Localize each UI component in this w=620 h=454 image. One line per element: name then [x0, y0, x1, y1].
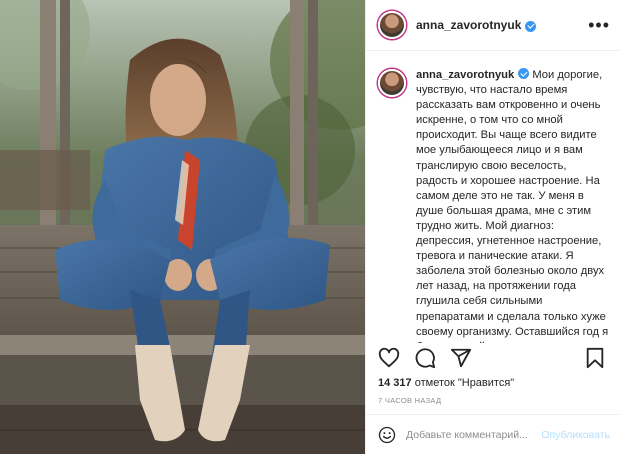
share-icon[interactable]: [450, 347, 472, 369]
comment-icon[interactable]: [414, 347, 436, 369]
add-comment-bar: Опубликовать: [366, 414, 620, 454]
publish-button[interactable]: Опубликовать: [541, 429, 610, 441]
post-photo[interactable]: [0, 0, 365, 454]
verified-badge-icon: [518, 68, 530, 79]
post-actions: [366, 345, 620, 371]
post-timestamp[interactable]: 7 ЧАСОВ НАЗАД: [378, 396, 441, 405]
post-image: [0, 0, 365, 454]
post-side-panel: anna_zavorotnyuk ••• anna_zavorotnyuk Мо…: [365, 0, 620, 454]
emoji-icon[interactable]: [378, 426, 396, 444]
comment-input[interactable]: [406, 428, 536, 441]
avatar[interactable]: [378, 11, 406, 39]
more-options-icon[interactable]: •••: [588, 16, 610, 34]
likes-label: отметок "Нравится": [411, 377, 515, 389]
caption-avatar[interactable]: [378, 69, 406, 97]
likes-count[interactable]: 14 317 отметок "Нравится": [378, 377, 514, 389]
caption-text-container: anna_zavorotnyuk Мои дорогие, чувствую, …: [416, 67, 610, 343]
verified-badge-icon: [525, 20, 537, 32]
caption-username[interactable]: anna_zavorotnyuk: [416, 69, 514, 81]
caption-block: anna_zavorotnyuk Мои дорогие, чувствую, …: [366, 51, 620, 343]
post-header: anna_zavorotnyuk •••: [366, 0, 620, 51]
header-username[interactable]: anna_zavorotnyuk: [416, 18, 521, 32]
caption-text: Мои дорогие, чувствую, что настало время…: [416, 69, 609, 343]
heart-icon[interactable]: [378, 347, 400, 369]
bookmark-icon[interactable]: [584, 347, 606, 369]
likes-number: 14 317: [378, 377, 412, 389]
instagram-post: anna_zavorotnyuk ••• anna_zavorotnyuk Мо…: [0, 0, 620, 454]
